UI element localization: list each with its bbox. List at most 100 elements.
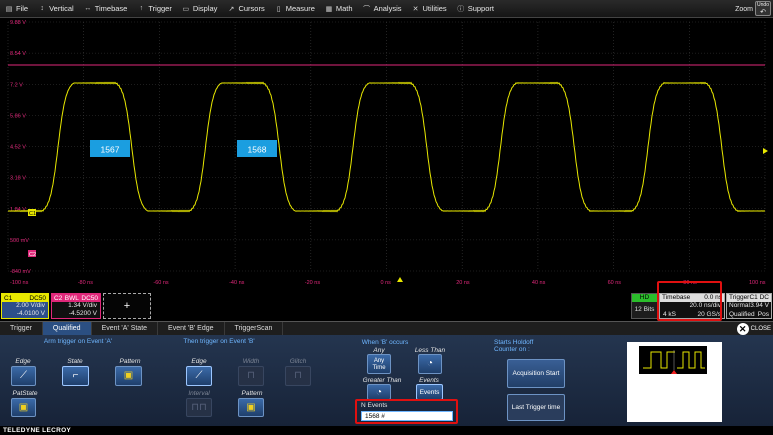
add-channel-button[interactable]: + bbox=[103, 293, 151, 319]
c1-coupling: DC50 bbox=[29, 294, 46, 302]
acquisition-start-button[interactable]: Acquisition Start bbox=[507, 359, 565, 388]
timebase-per-div: 20.0 ns/div bbox=[689, 302, 721, 309]
n-events-input[interactable]: 1568 # bbox=[361, 411, 453, 421]
tab-event-b-edge[interactable]: Event 'B' Edge bbox=[158, 322, 225, 336]
c1-descriptor[interactable]: C1 DC50 2.00 V/div -4.0100 V bbox=[1, 293, 49, 319]
x-axis-label: 60 ns bbox=[608, 280, 622, 286]
n-events-label: N Events bbox=[361, 402, 388, 409]
trigger-slope: Pos bbox=[757, 310, 769, 318]
menu-support[interactable]: ⓘ Support bbox=[452, 0, 499, 18]
then-pattern-label: Pattern bbox=[241, 390, 263, 397]
menu-math[interactable]: ▦ Math bbox=[320, 0, 358, 18]
waveform-svg: 9.88 V 8.54 V 7.2 V 5.86 V 4.52 V 3.18 V 1.84 … bbox=[7, 20, 768, 286]
close-label: CLOSE bbox=[750, 326, 771, 332]
then-width-button[interactable]: ⊓ bbox=[238, 366, 264, 386]
brand-logo: TELEDYNE LECROY bbox=[3, 427, 72, 434]
info-icon: ⓘ bbox=[457, 5, 465, 13]
c2-scale: 1.34 V/div bbox=[68, 302, 97, 309]
callout-1567: 1567 bbox=[90, 140, 130, 157]
trigger-mode: Normal bbox=[729, 302, 750, 309]
events-label: Events bbox=[419, 377, 439, 384]
last-trigger-time-button[interactable]: Last Trigger time bbox=[507, 394, 565, 421]
y-axis-label: 1.84 V bbox=[10, 207, 26, 213]
y-axis-label: 500 mV bbox=[10, 238, 29, 244]
c2-name: C2 bbox=[54, 294, 63, 302]
waveform-grid[interactable]: 9.88 V 8.54 V 7.2 V 5.86 V 4.52 V 3.18 V 1.84 … bbox=[0, 18, 773, 290]
edge-rising-icon: ⟋ bbox=[195, 370, 203, 381]
timebase-title: Timebase bbox=[662, 294, 691, 301]
tab-triggerscan[interactable]: TriggerScan bbox=[225, 322, 284, 336]
trigger-level: 3.94 V bbox=[750, 302, 769, 309]
then-width-label: Width bbox=[242, 358, 260, 365]
arm-patstate-button[interactable]: ▣ bbox=[11, 398, 36, 417]
less-than-button[interactable]: ◔ bbox=[418, 354, 442, 374]
arm-state-button[interactable]: ⌐ bbox=[62, 366, 89, 386]
close-button[interactable]: ✕ CLOSE bbox=[736, 322, 771, 336]
c2-offset: -4.5200 V bbox=[68, 310, 97, 317]
folder-icon: ▤ bbox=[5, 5, 13, 13]
c1-marker[interactable]: C1 bbox=[28, 209, 36, 217]
width-icon: ⊓ bbox=[247, 370, 255, 381]
help-text: Trigger with edge trigger settings only … bbox=[637, 380, 712, 415]
c2-marker[interactable]: C2 bbox=[28, 250, 36, 258]
x-axis-label: -20 ns bbox=[305, 280, 321, 286]
any-time-button[interactable]: Any Time bbox=[367, 354, 391, 374]
state-icon: ⌐ bbox=[72, 370, 79, 381]
menu-vertical[interactable]: ↕ Vertical bbox=[33, 0, 79, 18]
zoom-label[interactable]: Zoom bbox=[735, 0, 753, 18]
then-pattern-button[interactable]: ▣ bbox=[238, 398, 264, 417]
menu-measure[interactable]: ▯ Measure bbox=[270, 0, 320, 18]
acquisition-descriptors: HD 12 Bits Timebase 0.0 ns 20.0 ns/div 4 … bbox=[631, 293, 772, 319]
horizontal-arrows-icon: ↔ bbox=[84, 5, 92, 12]
help-diagram-svg bbox=[627, 342, 722, 380]
measure-icon: ▯ bbox=[276, 5, 281, 13]
arm-pattern-button[interactable]: ▣ bbox=[115, 366, 142, 386]
svg-text:C2: C2 bbox=[29, 252, 36, 258]
y-axis-label: 4.52 V bbox=[10, 145, 26, 151]
footer: TELEDYNE LECROY bbox=[0, 426, 773, 435]
descriptor-row: C1 DC50 2.00 V/div -4.0100 V C2 BWL DC50 1.… bbox=[0, 290, 773, 320]
events-button[interactable]: Events bbox=[416, 384, 443, 400]
clock-icon: ◔ bbox=[375, 387, 383, 398]
greater-than-button[interactable]: ◔ bbox=[367, 384, 391, 400]
then-interval-label: Interval bbox=[188, 390, 210, 397]
menu-analysis[interactable]: ⌒ Analysis bbox=[358, 0, 407, 18]
holdoff-section-title: Starts Holdoff Counter on : bbox=[494, 339, 534, 353]
arm-edge-button[interactable]: ⟋ bbox=[11, 366, 36, 386]
menu-cursors[interactable]: ↗ Cursors bbox=[222, 0, 269, 18]
undo-button[interactable]: Undo ↶ bbox=[755, 1, 771, 16]
menu-file[interactable]: ▤ File bbox=[0, 0, 33, 18]
then-edge-label: Edge bbox=[191, 358, 207, 365]
cursor-icon: ↗ bbox=[228, 5, 235, 13]
then-glitch-button[interactable]: ⊓ bbox=[285, 366, 311, 386]
c2-descriptor[interactable]: C2 BWL DC50 1.34 V/div -4.5200 V bbox=[51, 293, 101, 319]
x-axis-label: -100 ns bbox=[10, 280, 29, 286]
then-glitch-label: Glitch bbox=[289, 358, 307, 365]
trigger-title: Trigger bbox=[729, 294, 750, 301]
pattern-icon: ▣ bbox=[246, 402, 256, 413]
close-icon: ✕ bbox=[736, 323, 749, 335]
tab-qualified[interactable]: Qualified bbox=[42, 322, 92, 336]
bits-descriptor[interactable]: HD 12 Bits bbox=[631, 293, 658, 319]
n-events-highlight-box: N Events 1568 # bbox=[355, 399, 458, 424]
then-interval-button[interactable]: ⊓⊓ bbox=[186, 398, 212, 417]
hd-tag: HD bbox=[632, 294, 657, 302]
tab-trigger[interactable]: Trigger bbox=[0, 322, 43, 336]
then-edge-button[interactable]: ⟋ bbox=[186, 366, 212, 386]
trigger-coupling: DC bbox=[759, 294, 769, 301]
tab-event-a-state[interactable]: Event 'A' State bbox=[92, 322, 159, 336]
trigger-descriptor[interactable]: Trigger C1 DC Normal 3.94 V Qualified Pos bbox=[726, 293, 772, 319]
trigger-time-marker bbox=[397, 277, 403, 282]
bits-value: 12 Bits bbox=[634, 306, 655, 313]
timebase-delay: 0.0 ns bbox=[704, 294, 722, 301]
menu-utilities[interactable]: ✕ Utilities bbox=[407, 0, 452, 18]
menu-timebase[interactable]: ↔ Timebase bbox=[79, 0, 133, 18]
then-section-title: Then trigger on Event 'B' bbox=[183, 338, 255, 345]
x-axis-label: 40 ns bbox=[532, 280, 546, 286]
patstate-icon: ▣ bbox=[18, 402, 29, 413]
menu-display[interactable]: ▭ Display bbox=[177, 0, 223, 18]
x-axis-label: 80 ns bbox=[683, 280, 697, 286]
timebase-descriptor[interactable]: Timebase 0.0 ns 20.0 ns/div 4 kS 20 GS/s bbox=[659, 293, 725, 319]
y-axis-label: -840 mV bbox=[10, 269, 31, 275]
menu-trigger[interactable]: ↑ Trigger bbox=[132, 0, 176, 18]
